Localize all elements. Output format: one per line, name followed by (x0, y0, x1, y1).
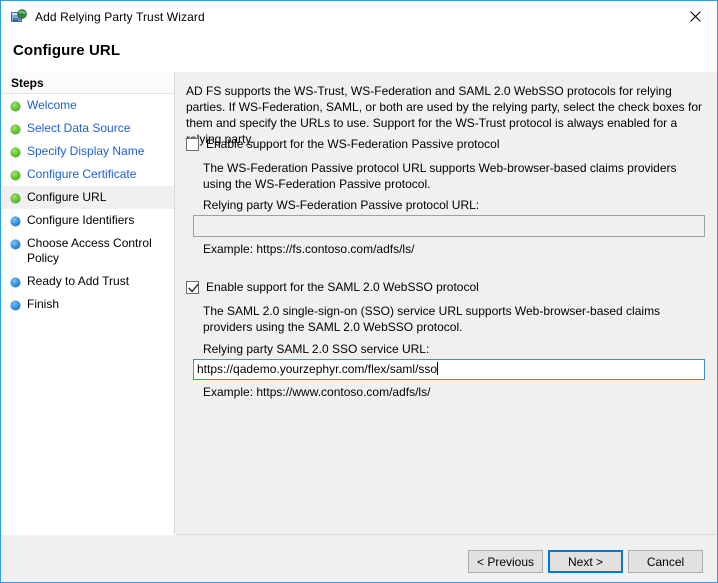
header-band: Configure URL (2, 31, 717, 72)
step-bullet-green-icon (11, 148, 20, 157)
wizard-globe-icon (11, 8, 27, 25)
enable-saml-checkbox[interactable] (186, 281, 199, 294)
footer-separator (176, 534, 717, 535)
step-label: Welcome (27, 98, 77, 112)
step-item-configure-identifiers[interactable]: Configure Identifiers (2, 209, 174, 232)
step-item-specify-display-name[interactable]: Specify Display Name (2, 140, 174, 163)
step-item-ready-to-add-trust[interactable]: Ready to Add Trust (2, 270, 174, 293)
title-bar: Add Relying Party Trust Wizard (2, 2, 717, 31)
enable-saml-checkbox-label: Enable support for the SAML 2.0 WebSSO p… (206, 280, 479, 294)
steps-heading-label: Steps (11, 76, 44, 90)
step-label: Configure Certificate (27, 167, 137, 181)
window-title: Add Relying Party Trust Wizard (35, 9, 205, 24)
steps-list: Welcome Select Data Source Specify Displ… (2, 94, 174, 316)
footer-bar: < Previous Next > Cancel (2, 534, 717, 582)
page-title: Configure URL (13, 42, 121, 59)
step-bullet-blue-icon (11, 301, 20, 310)
saml-url-label: Relying party SAML 2.0 SSO service URL: (203, 342, 430, 356)
step-label: Specify Display Name (27, 144, 145, 158)
enable-wsfed-checkbox-row[interactable]: Enable support for the WS-Federation Pas… (186, 137, 636, 152)
step-item-finish[interactable]: Finish (2, 293, 174, 316)
step-bullet-blue-icon (11, 240, 20, 249)
wsfed-url-example: Example: https://fs.contoso.com/adfs/ls/ (203, 242, 415, 256)
step-item-choose-access-control-policy[interactable]: Choose Access Control Policy (2, 232, 174, 270)
saml-url-input-value: https://qademo.yourzephyr.com/flex/saml/… (197, 362, 438, 376)
step-label: Select Data Source (27, 121, 131, 135)
saml-url-example: Example: https://www.contoso.com/adfs/ls… (203, 385, 431, 399)
step-bullet-green-icon (11, 102, 20, 111)
step-label: Configure URL (27, 190, 107, 204)
step-item-configure-url[interactable]: Configure URL (2, 186, 174, 209)
previous-button[interactable]: < Previous (468, 550, 543, 573)
enable-saml-checkbox-row[interactable]: Enable support for the SAML 2.0 WebSSO p… (186, 280, 636, 295)
saml-url-input[interactable]: https://qademo.yourzephyr.com/flex/saml/… (193, 359, 705, 380)
enable-wsfed-checkbox-label: Enable support for the WS-Federation Pas… (206, 137, 500, 151)
steps-panel: Steps Welcome Select Data Source Specify… (2, 72, 175, 534)
steps-heading: Steps (2, 72, 174, 94)
close-icon[interactable] (673, 2, 717, 31)
footer-left-spacer (2, 534, 175, 535)
step-label: Choose Access Control Policy (27, 236, 152, 265)
step-bullet-green-icon (11, 125, 20, 134)
body-area: Steps Welcome Select Data Source Specify… (2, 72, 717, 534)
step-bullet-green-icon (11, 171, 20, 180)
step-item-select-data-source[interactable]: Select Data Source (2, 117, 174, 140)
wizard-window: Add Relying Party Trust Wizard Configure… (0, 0, 718, 583)
content-panel: AD FS supports the WS-Trust, WS-Federati… (175, 72, 717, 534)
step-bullet-blue-icon (11, 278, 20, 287)
wsfed-url-input[interactable] (193, 215, 705, 237)
step-item-welcome[interactable]: Welcome (2, 94, 174, 117)
cancel-button[interactable]: Cancel (628, 550, 703, 573)
wsfed-description: The WS-Federation Passive protocol URL s… (203, 161, 677, 191)
step-label: Configure Identifiers (27, 213, 135, 227)
step-bullet-blue-icon (11, 217, 20, 226)
saml-description: The SAML 2.0 single-sign-on (SSO) servic… (203, 304, 661, 334)
text-caret (437, 362, 439, 375)
step-label: Finish (27, 297, 60, 311)
next-button[interactable]: Next > (548, 550, 623, 573)
wsfed-url-label: Relying party WS-Federation Passive prot… (203, 198, 480, 212)
step-item-configure-certificate[interactable]: Configure Certificate (2, 163, 174, 186)
step-label: Ready to Add Trust (27, 274, 130, 288)
enable-wsfed-checkbox[interactable] (186, 138, 199, 151)
step-bullet-green-icon (11, 194, 20, 203)
checkmark-icon (188, 283, 199, 293)
